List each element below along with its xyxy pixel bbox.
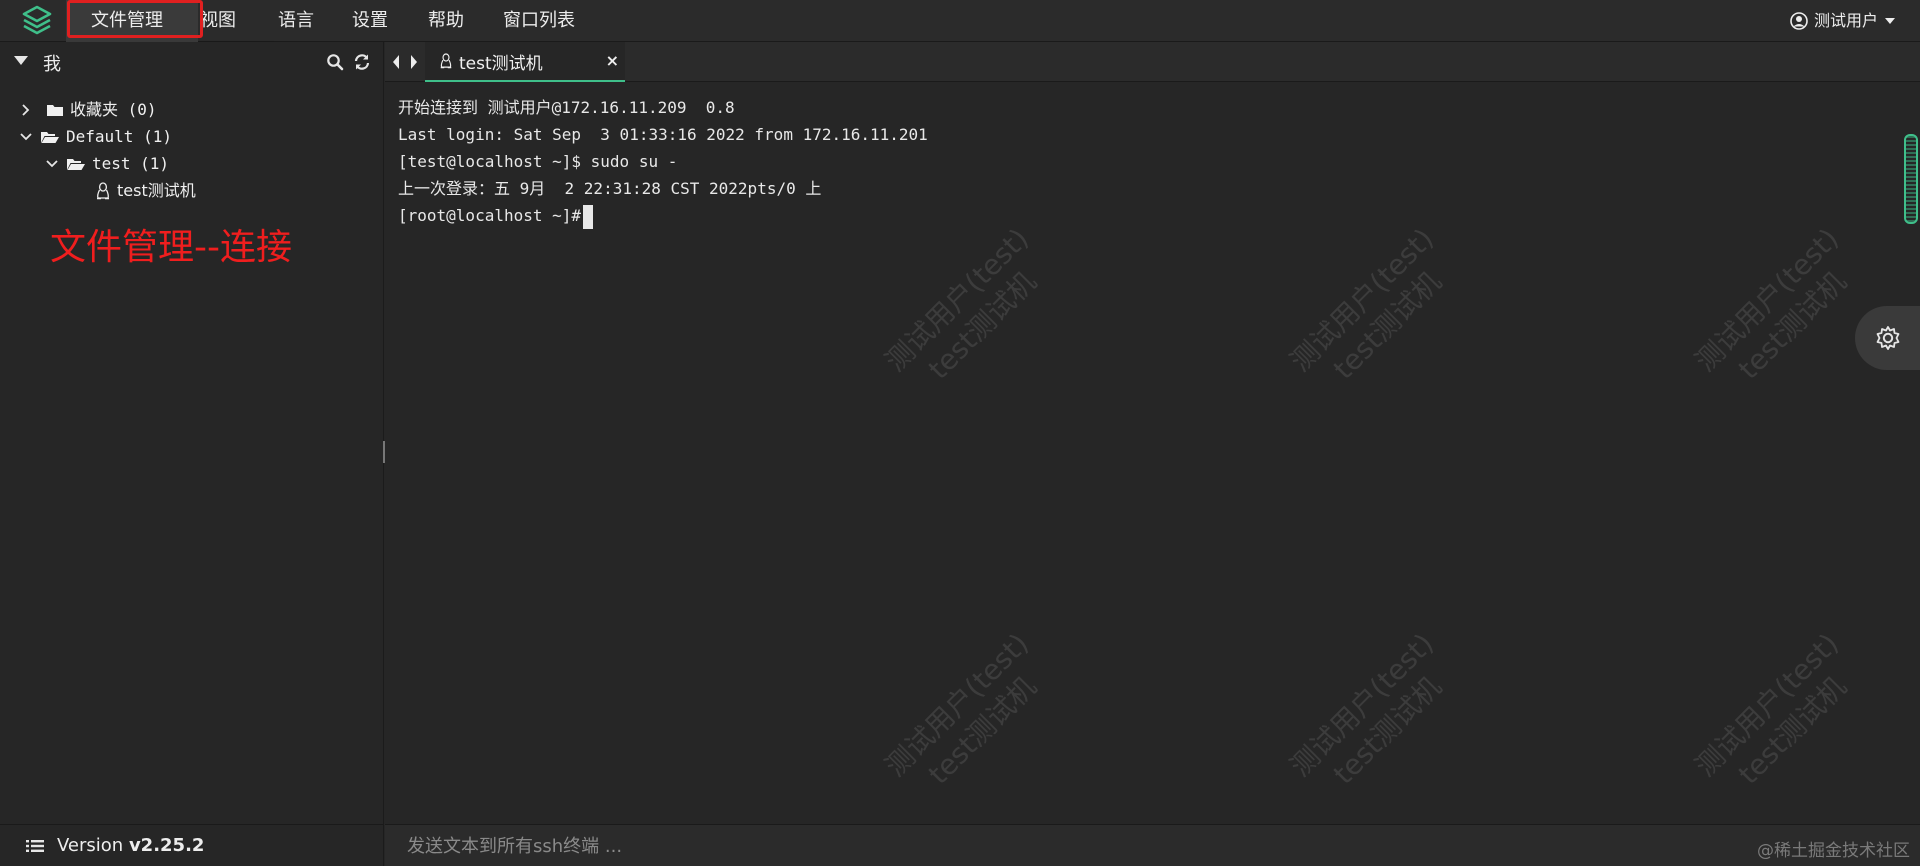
chevron-down-icon[interactable] bbox=[46, 158, 58, 170]
tree-node-default[interactable]: Default (1) bbox=[20, 124, 172, 150]
linux-icon bbox=[440, 53, 452, 69]
terminal-line: 开始连接到 测试用户@172.16.11.209 0.8 bbox=[398, 98, 735, 117]
gear-icon bbox=[1876, 326, 1899, 350]
sidebar-title: 我 bbox=[43, 54, 61, 75]
version-info: Version v2.25.2 bbox=[57, 835, 204, 856]
collapse-caret-icon[interactable] bbox=[14, 56, 28, 65]
broadcast-input[interactable] bbox=[405, 831, 1505, 861]
menu-window-list[interactable]: 窗口列表 bbox=[503, 0, 575, 42]
terminal-prompt: [root@localhost ~]# bbox=[398, 206, 582, 225]
user-name: 测试用户 bbox=[1813, 11, 1878, 30]
search-icon[interactable] bbox=[326, 53, 344, 71]
tree-label: test (1) bbox=[92, 154, 170, 173]
watermark: 测试用户(test) test测试机 bbox=[878, 626, 1043, 791]
terminal-line: Last login: Sat Sep 3 01:33:16 2022 from… bbox=[398, 125, 928, 144]
version-number: v2.25.2 bbox=[128, 835, 205, 856]
watermark: 测试用户(test) test测试机 bbox=[1688, 626, 1853, 791]
terminal-settings-button[interactable] bbox=[1855, 306, 1920, 370]
folder-icon bbox=[47, 105, 63, 116]
terminal-line: 上一次登录：五 9月 2 22:31:28 CST 2022pts/0 上 bbox=[398, 179, 822, 198]
app-logo-icon bbox=[20, 4, 54, 38]
menu-file-manage[interactable]: 文件管理 bbox=[66, 0, 198, 42]
sidebar: 我 收藏夹 (0) Default (1) test (1) test测试机 文… bbox=[0, 42, 384, 824]
user-icon bbox=[1790, 12, 1808, 30]
annotation-caption: 文件管理--连接 bbox=[50, 227, 292, 268]
tree-label: test测试机 bbox=[117, 181, 196, 200]
menu-language[interactable]: 语言 bbox=[278, 0, 314, 42]
version-label: Version bbox=[57, 835, 124, 856]
menu-settings[interactable]: 设置 bbox=[352, 0, 388, 42]
watermark: 测试用户(test) test测试机 bbox=[878, 221, 1043, 386]
menu-help[interactable]: 帮助 bbox=[428, 0, 464, 42]
folder-open-icon bbox=[67, 159, 85, 170]
terminal-cursor bbox=[583, 204, 594, 229]
tree-node-favorites[interactable]: 收藏夹 (0) bbox=[20, 97, 157, 123]
sidebar-footer: Version v2.25.2 bbox=[0, 824, 384, 866]
user-menu[interactable]: 测试用户 bbox=[1790, 0, 1896, 42]
broadcast-bar: @稀土掘金技术社区 bbox=[385, 824, 1920, 866]
terminal-prompt-line: [root@localhost ~]# bbox=[398, 203, 594, 229]
tree-node-host[interactable]: test测试机 bbox=[95, 178, 196, 204]
chevron-down-icon[interactable] bbox=[20, 131, 32, 143]
sidebar-header: 我 bbox=[0, 42, 384, 82]
refresh-icon[interactable] bbox=[353, 53, 371, 71]
tree-label: 收藏夹 (0) bbox=[70, 100, 157, 119]
tab-nav-arrows-icon[interactable] bbox=[391, 54, 421, 70]
tab-label: test测试机 bbox=[459, 53, 543, 74]
tab-test-host[interactable]: test测试机 × bbox=[425, 42, 625, 82]
list-icon[interactable] bbox=[26, 839, 44, 853]
terminal-scrollbar[interactable] bbox=[1904, 134, 1918, 224]
terminal-line: [test@localhost ~]$ sudo su - bbox=[398, 152, 678, 171]
tab-close-button[interactable]: × bbox=[606, 51, 619, 70]
chevron-right-icon[interactable] bbox=[20, 104, 32, 116]
menu-bar: 文件管理 视图 语言 设置 帮助 窗口列表 测试用户 bbox=[0, 0, 1920, 42]
tab-bar: test测试机 × bbox=[385, 42, 1920, 82]
tree-node-test-group[interactable]: test (1) bbox=[46, 151, 169, 177]
watermark-credit: @稀土掘金技术社区 bbox=[1757, 841, 1910, 861]
terminal-view[interactable]: 测试用户(test) test测试机 测试用户(test) test测试机 测试用户… bbox=[385, 82, 1920, 824]
folder-open-icon bbox=[41, 132, 59, 143]
tree-label: Default (1) bbox=[66, 127, 172, 146]
menu-view[interactable]: 视图 bbox=[200, 0, 236, 42]
chevron-down-icon bbox=[1885, 18, 1895, 24]
watermark: 测试用户(test) test测试机 bbox=[1688, 221, 1853, 386]
watermark: 测试用户(test) test测试机 bbox=[1283, 626, 1448, 791]
watermark: 测试用户(test) test测试机 bbox=[1283, 221, 1448, 386]
linux-icon bbox=[97, 182, 109, 200]
